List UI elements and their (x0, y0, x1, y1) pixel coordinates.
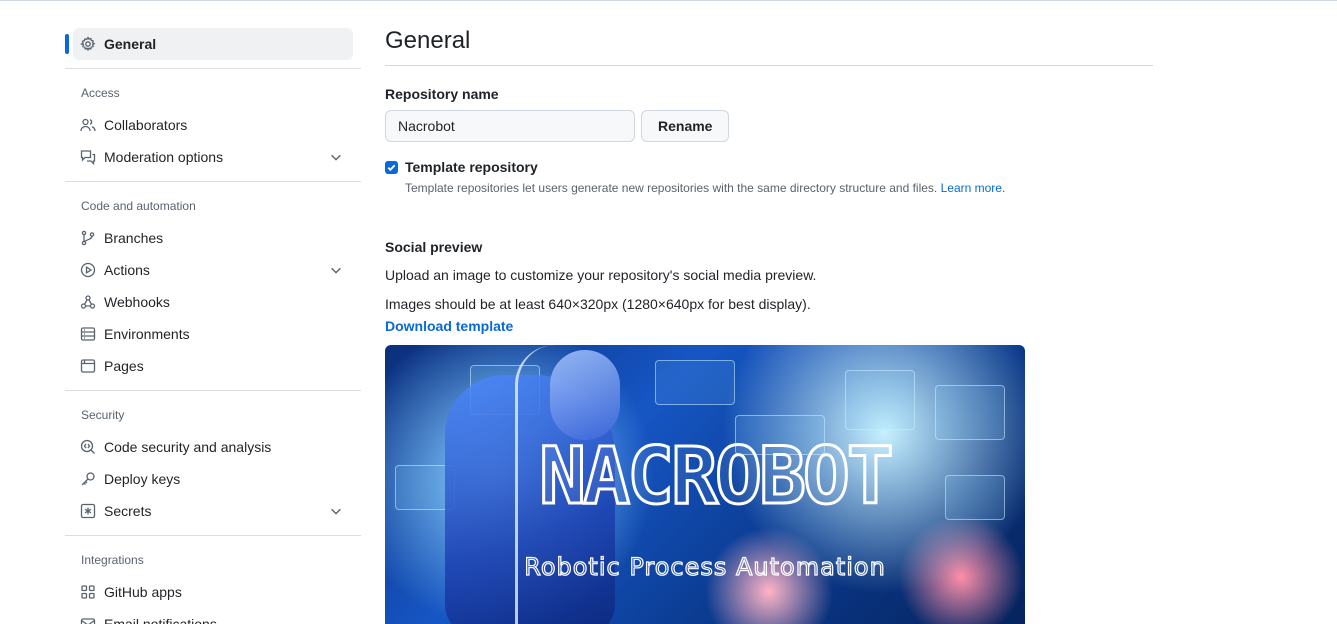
divider (65, 535, 361, 536)
sidebar-item-label: Code security and analysis (104, 439, 272, 455)
section-heading-code-automation: Code and automation (81, 199, 196, 213)
sidebar-item-general[interactable]: General (65, 28, 353, 60)
settings-main: General Repository name Nacrobot Rename … (385, 24, 1153, 336)
title-divider (385, 65, 1153, 66)
download-template-link[interactable]: Download template (385, 318, 513, 334)
webhook-icon (80, 294, 96, 310)
sidebar-item-email-notifications[interactable]: Email notifications (65, 608, 361, 624)
sidebar-item-label: General (104, 36, 157, 52)
social-preview-image[interactable]: NACROBOT Robotic Process Automation (385, 345, 1025, 624)
sidebar-item-webhooks[interactable]: Webhooks (65, 286, 361, 318)
sidebar-item-pages[interactable]: Pages (65, 350, 361, 382)
sidebar-item-secrets[interactable]: Secrets (65, 495, 361, 527)
server-icon (80, 326, 96, 342)
sidebar-item-label: Actions (104, 262, 150, 278)
sidebar-item-actions[interactable]: Actions (65, 254, 361, 286)
chevron-down-icon[interactable] (329, 504, 343, 518)
chevron-down-icon[interactable] (329, 263, 343, 277)
preview-subtitle-text: Robotic Process Automation (524, 552, 886, 581)
settings-sidebar: General Access Collaborators Moderation … (65, 28, 361, 624)
key-icon (80, 471, 96, 487)
asterisk-box-icon (80, 503, 96, 519)
sidebar-item-label: Deploy keys (104, 471, 181, 487)
template-note-text: Template repositories let users generate… (405, 181, 938, 195)
sidebar-item-environments[interactable]: Environments (65, 318, 361, 350)
hud-panel (845, 370, 915, 430)
sidebar-item-label: Moderation options (104, 149, 224, 165)
template-repo-note: Template repositories let users generate… (405, 181, 1153, 195)
browser-icon (80, 358, 96, 374)
divider (65, 390, 361, 391)
sidebar-item-label: Webhooks (104, 294, 170, 310)
play-icon (80, 262, 96, 278)
sidebar-item-label: Branches (104, 230, 164, 246)
sidebar-item-branches[interactable]: Branches (65, 222, 361, 254)
learn-more-link[interactable]: Learn more. (941, 181, 1006, 195)
apps-icon (80, 584, 96, 600)
sidebar-item-label: Pages (104, 358, 144, 374)
top-border (0, 0, 1337, 1)
section-heading-access: Access (81, 86, 120, 100)
social-preview-description: Upload an image to customize your reposi… (385, 267, 817, 283)
sidebar-item-collaborators[interactable]: Collaborators (65, 109, 361, 141)
repo-name-input[interactable]: Nacrobot (385, 110, 635, 142)
gear-icon (80, 36, 96, 52)
template-repo-row: Template repository (385, 159, 1153, 175)
sidebar-item-label: Email notifications (104, 616, 217, 624)
sidebar-item-code-security[interactable]: Code security and analysis (65, 431, 361, 463)
mail-icon (80, 616, 96, 624)
sidebar-item-label: GitHub apps (104, 584, 182, 600)
page-title: General (385, 27, 471, 54)
hud-panel (655, 360, 735, 405)
divider (65, 68, 361, 69)
section-heading-integrations: Integrations (81, 553, 144, 567)
sidebar-item-label: Collaborators (104, 117, 188, 133)
template-repo-label[interactable]: Template repository (405, 159, 538, 175)
sidebar-item-label: Environments (104, 326, 190, 342)
people-icon (80, 117, 96, 133)
repo-name-row: Nacrobot Rename (385, 110, 1153, 142)
git-branch-icon (80, 230, 96, 246)
codescan-icon (80, 439, 96, 455)
sidebar-item-github-apps[interactable]: GitHub apps (65, 576, 361, 608)
sidebar-item-label: Secrets (104, 503, 152, 519)
hud-panel (945, 475, 1005, 520)
hud-panel (935, 385, 1005, 440)
preview-title-text: NACROBOT (538, 431, 896, 524)
social-preview-heading: Social preview (385, 239, 483, 255)
comment-discussion-icon (80, 149, 96, 165)
sidebar-item-deploy-keys[interactable]: Deploy keys (65, 463, 361, 495)
divider (65, 181, 361, 182)
sidebar-item-moderation[interactable]: Moderation options (65, 141, 361, 173)
repo-name-label: Repository name (385, 86, 499, 102)
rename-button[interactable]: Rename (641, 110, 730, 142)
template-repo-checkbox[interactable] (385, 160, 398, 174)
active-indicator (65, 34, 69, 54)
social-preview-size-note: Images should be at least 640×320px (128… (385, 296, 811, 312)
chevron-down-icon[interactable] (329, 150, 343, 164)
section-heading-security: Security (81, 408, 125, 422)
